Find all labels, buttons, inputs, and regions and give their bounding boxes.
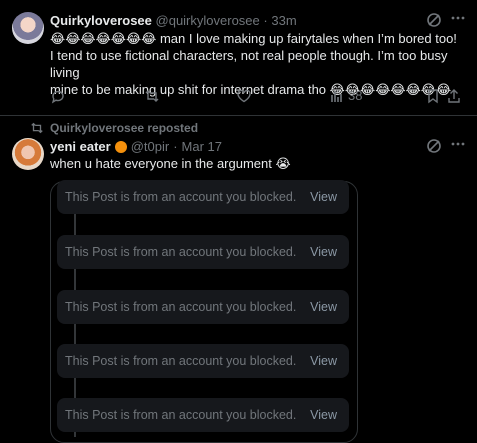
display-name[interactable]: yeni eater xyxy=(50,139,111,154)
share-icon xyxy=(448,89,460,103)
reply-icon xyxy=(51,90,64,104)
repost-icon xyxy=(145,90,159,102)
view-button[interactable]: View xyxy=(310,190,349,204)
post-text-line: I tend to use fictional characters, not … xyxy=(50,48,448,80)
repost-button[interactable] xyxy=(144,88,160,104)
blocked-message: This Post is from an account you blocked… xyxy=(65,300,297,314)
blocked-post: This Post is from an account you blocked… xyxy=(57,290,349,324)
blocked-message: This Post is from an account you blocked… xyxy=(65,408,297,422)
post-header: yeni eater @t0pir · Mar 17 xyxy=(50,139,222,154)
repost-label[interactable]: Quirkyloverosee reposted xyxy=(50,121,198,135)
post-text-line: 😂😂😂😂😂😂😂 man I love making up fairytales … xyxy=(50,31,457,46)
views-icon xyxy=(331,90,342,102)
timestamp[interactable]: Mar 17 xyxy=(182,139,222,154)
blocked-message: This Post is from an account you blocked… xyxy=(65,190,297,204)
view-button[interactable]: View xyxy=(310,408,349,422)
views-button[interactable]: 38 xyxy=(330,88,362,103)
repost-note: Quirkyloverosee reposted xyxy=(30,121,198,135)
avatar[interactable] xyxy=(12,138,44,170)
blocked-message: This Post is from an account you blocked… xyxy=(65,245,297,259)
grok-icon[interactable] xyxy=(426,138,442,154)
like-icon xyxy=(237,89,251,103)
separator: · xyxy=(263,13,268,28)
grok-icon[interactable] xyxy=(426,12,442,28)
view-button[interactable]: View xyxy=(310,354,349,368)
blocked-post: This Post is from an account you blocked… xyxy=(57,180,349,214)
timestamp[interactable]: 33m xyxy=(271,13,296,28)
post-header: Quirkyloverosee @quirkyloverosee · 33m xyxy=(50,13,297,28)
more-icon[interactable] xyxy=(450,136,466,152)
handle[interactable]: @quirkyloverosee xyxy=(156,13,260,28)
bookmark-button[interactable] xyxy=(425,88,441,104)
view-button[interactable]: View xyxy=(310,245,349,259)
post-text: when u hate everyone in the argument 😭 xyxy=(50,156,291,171)
views-count: 38 xyxy=(348,88,363,103)
like-button[interactable] xyxy=(236,88,252,104)
bookmark-icon xyxy=(428,89,438,104)
blocked-message: This Post is from an account you blocked… xyxy=(65,354,297,368)
blocked-post: This Post is from an account you blocked… xyxy=(57,235,349,269)
share-button[interactable] xyxy=(446,88,462,104)
avatar[interactable] xyxy=(12,12,44,44)
repost-icon xyxy=(31,122,43,134)
display-name[interactable]: Quirkyloverosee xyxy=(50,13,152,28)
orange-badge-icon xyxy=(114,140,127,153)
handle[interactable]: @t0pir xyxy=(131,139,170,154)
more-icon[interactable] xyxy=(450,10,466,26)
divider xyxy=(0,115,477,116)
separator: · xyxy=(173,139,178,154)
view-button[interactable]: View xyxy=(310,300,349,314)
reply-button[interactable] xyxy=(50,88,66,104)
blocked-post: This Post is from an account you blocked… xyxy=(57,344,349,378)
action-bar: 38 xyxy=(50,88,467,106)
blocked-post: This Post is from an account you blocked… xyxy=(57,398,349,432)
